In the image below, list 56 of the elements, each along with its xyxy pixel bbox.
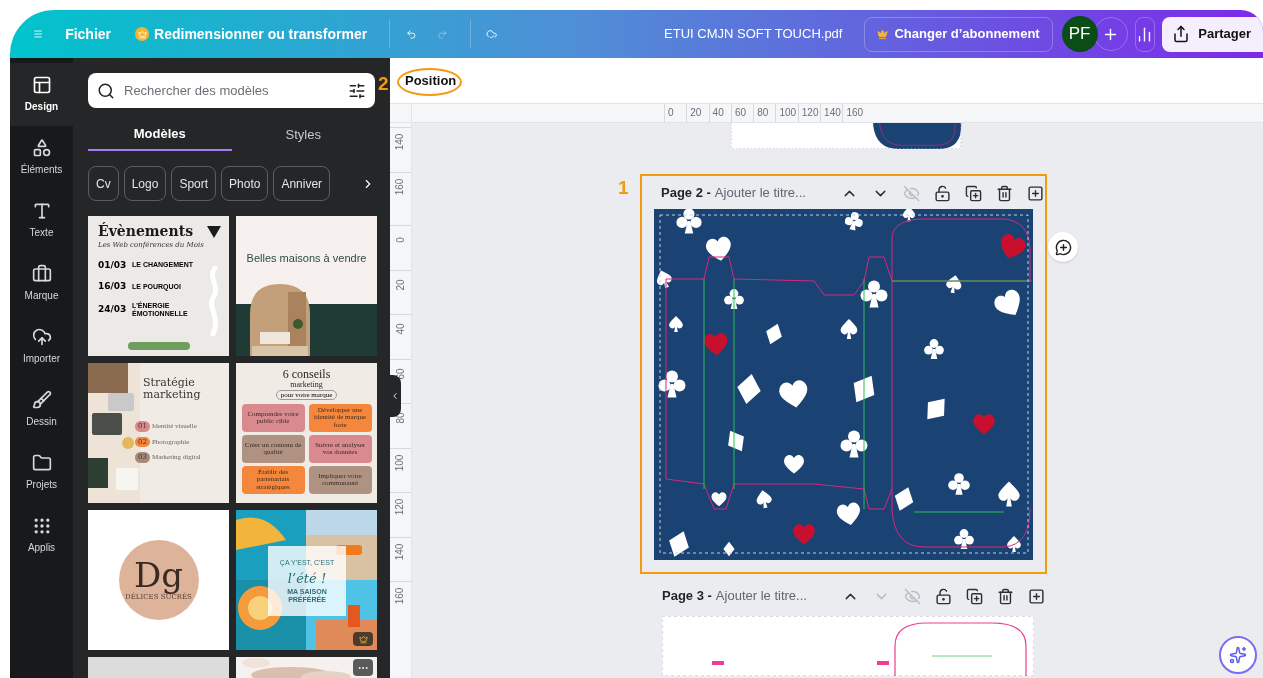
ruler-label: 20	[686, 104, 709, 122]
sidebar-item[interactable]: Importer	[10, 315, 73, 378]
annotation-number: 2	[378, 72, 389, 96]
category-chip[interactable]: Sport	[171, 166, 217, 201]
ruler-label: 40	[394, 323, 407, 335]
ruler-label: 0	[394, 237, 407, 243]
category-chip[interactable]: Cv	[88, 166, 119, 201]
ruler-label: 100	[394, 454, 407, 471]
document-title[interactable]: ETUI CMJN SOFT TOUCH.pdf	[664, 24, 843, 44]
sidebar-item[interactable]: Design	[10, 63, 73, 126]
category-chip[interactable]: Anniver	[273, 166, 331, 201]
event-date: 01/03	[98, 258, 128, 272]
annotation-number: 1	[618, 176, 629, 200]
sidebar-item[interactable]: Éléments	[10, 126, 73, 189]
ruler-label: 160	[394, 587, 407, 605]
ruler-label: 140	[820, 104, 843, 122]
page-title-field[interactable]: Ajouter le titre...	[715, 586, 832, 606]
template-card[interactable]: Belles maisons à vendre	[236, 216, 377, 356]
category-chip[interactable]: Logo	[123, 166, 167, 201]
event-date: 24/03	[98, 302, 128, 316]
event-date: 16/03	[98, 280, 128, 293]
sidebar-item[interactable]: Texte	[10, 189, 73, 252]
share-button[interactable]: Partager	[1162, 16, 1263, 52]
template-subtitle: marketing	[290, 380, 323, 389]
ruler-label: 120	[797, 104, 821, 122]
logo-monogram: Dg	[134, 557, 183, 592]
search-field[interactable]: Rechercher des modèles	[88, 73, 375, 108]
page-title-field[interactable]: Ajouter le titre...	[714, 183, 831, 203]
sidebar-item[interactable]: Projets	[10, 441, 73, 504]
ruler-label: 100	[775, 104, 798, 122]
ruler-label: 20	[394, 278, 407, 291]
ruler-label: 80	[753, 104, 776, 122]
sidebar-item[interactable]: Dessin	[10, 378, 73, 441]
ruler-label: 160	[394, 178, 407, 195]
template-title: Stratégie marketing	[143, 377, 202, 401]
position-button[interactable]: Position	[405, 70, 457, 91]
ruler-label: 120	[394, 498, 407, 516]
template-title: 6 conseils	[282, 368, 331, 380]
upgrade-button[interactable]: Changer d’abonnement	[864, 16, 1053, 52]
ruler-label: 140	[394, 133, 407, 151]
panel-tab[interactable]: Modèles	[88, 118, 232, 151]
ruler-label: 60	[730, 104, 754, 122]
panel-tab[interactable]: Styles	[231, 118, 375, 151]
ruler-label: 160	[842, 104, 865, 122]
category-chip[interactable]: Photo	[221, 166, 269, 201]
ruler-label: 40	[708, 104, 731, 122]
user-avatar[interactable]: PF	[1061, 16, 1098, 52]
sidebar-item[interactable]: Marque	[10, 252, 73, 315]
ruler-label: 0	[664, 104, 687, 122]
template-title: Belles maisons à vendre	[245, 252, 368, 264]
template-title: l’été !	[287, 569, 327, 588]
ruler-label: 140	[394, 543, 407, 560]
sidebar-item[interactable]: Applis	[10, 504, 73, 567]
page-label: Page 3 -	[662, 587, 712, 606]
template-title: Évènements	[98, 224, 194, 238]
page-label: Page 2 -	[661, 184, 711, 203]
